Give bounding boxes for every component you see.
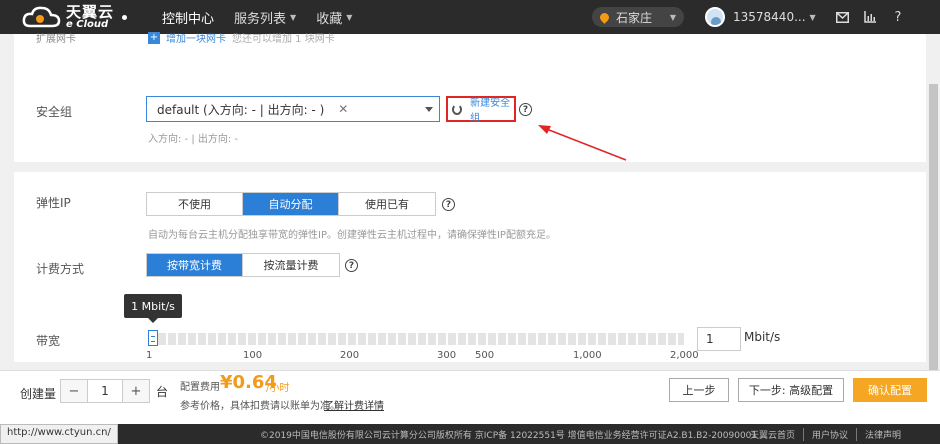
fee-note: 参考价格，具体扣费请以账单为准。	[180, 401, 340, 412]
bandwidth-tooltip: 1 Mbit/s	[124, 294, 182, 323]
network-config-card: 扩展网卡 + 增加一块网卡 您还可以增加 1 块网卡 安全组 default (…	[14, 31, 926, 162]
chevron-down-icon: ▼	[809, 12, 816, 22]
billing-options: 按带宽计费 按流量计费	[146, 253, 340, 277]
bandwidth-tick: 1,000	[573, 350, 602, 361]
security-group-hint: 入方向: - | 出方向: -	[148, 134, 239, 145]
extra-nic-label: 扩展网卡	[36, 34, 76, 45]
new-security-group-label: 新建安全组	[470, 98, 511, 124]
bandwidth-tick: 300	[437, 350, 457, 361]
billing-label: 计费方式	[36, 262, 85, 276]
chevron-down-icon: ▼	[346, 12, 353, 22]
plus-icon: +	[148, 31, 160, 44]
bandwidth-tick: 1	[146, 350, 153, 361]
user-name: 13578440...	[733, 10, 806, 24]
eip-option-existing[interactable]: 使用已有	[339, 193, 435, 215]
order-bar: 创建量 − 1 + 台 配置费用 ¥0.64 /小时 参考价格，具体扣费请以账单…	[0, 370, 940, 424]
logo[interactable]: 天翼云 e Cloud	[0, 0, 152, 34]
add-nic-tip: 您还可以增加 1 块网卡	[232, 34, 335, 45]
security-group-select[interactable]: default (入方向: - | 出方向: - ) ✕	[146, 96, 440, 122]
quantity-stepper: − 1 +	[60, 379, 150, 403]
security-group-label: 安全组	[36, 105, 73, 119]
copyright-text: ©2019中国电信股份有限公司云计算分公司版权所有 京ICP备 12022551…	[260, 430, 758, 441]
refresh-icon[interactable]	[452, 103, 463, 115]
chevron-down-icon	[425, 107, 433, 112]
cloud-logo-icon	[22, 6, 62, 28]
footer-link-legal[interactable]: 法律声明	[856, 427, 909, 441]
add-nic-button[interactable]: + 增加一块网卡 您还可以增加 1 块网卡	[148, 30, 335, 45]
fee-label: 配置费用	[180, 382, 220, 393]
nav-control-center[interactable]: 控制中心	[152, 0, 224, 34]
eip-label: 弹性IP	[36, 196, 71, 210]
nav-service-list[interactable]: 服务列表 ▼	[224, 0, 306, 34]
logo-cn-text: 天翼云	[66, 2, 115, 21]
nav-favorites-label: 收藏	[316, 11, 343, 27]
footer-link-home[interactable]: 天翼云首页	[742, 428, 803, 441]
decrement-button[interactable]: −	[61, 380, 87, 402]
bandwidth-tick: 500	[475, 350, 495, 361]
logo-en-text: e Cloud	[66, 18, 109, 30]
confirm-button[interactable]: 确认配置	[853, 378, 927, 402]
bandwidth-unit: Mbit/s	[744, 330, 781, 344]
add-nic-label: 增加一块网卡	[166, 34, 226, 45]
region-selector[interactable]: 石家庄 ▼	[592, 7, 684, 27]
eip-hint: 自动为每台云主机分配独享带宽的弹性IP。创建弹性云主机过程中，请确保弹性IP配额…	[148, 230, 556, 241]
next-step-button[interactable]: 下一步: 高级配置	[738, 378, 844, 402]
previous-step-button[interactable]: 上一步	[669, 378, 729, 402]
quantity-label: 创建量	[20, 387, 57, 401]
help-icon[interactable]: ?	[345, 259, 358, 272]
bandwidth-slider-track[interactable]	[148, 333, 684, 345]
fee-unit: /小时	[266, 383, 290, 394]
footer-link-agreement[interactable]: 用户协议	[803, 427, 856, 441]
location-pin-icon	[598, 10, 611, 24]
nav-service-list-label: 服务列表	[234, 11, 287, 27]
chevron-down-icon: ▼	[669, 12, 676, 22]
eip-options: 不使用 自动分配 使用已有	[146, 192, 436, 216]
pricing-details-link[interactable]: 了解计费详情	[324, 397, 384, 412]
security-group-selected: default (入方向: - | 出方向: - )	[157, 102, 325, 117]
bandwidth-label: 带宽	[36, 334, 61, 348]
bandwidth-input[interactable]: 1	[697, 327, 741, 351]
nav-favorites[interactable]: 收藏 ▼	[306, 0, 362, 34]
chevron-down-icon: ▼	[290, 12, 297, 22]
bandwidth-tick: 200	[340, 350, 360, 361]
increment-button[interactable]: +	[123, 380, 149, 402]
logo-dot	[122, 14, 128, 20]
annotation-arrow	[538, 125, 627, 161]
help-icon[interactable]: ?	[884, 0, 912, 34]
page-footer: ©2019中国电信股份有限公司云计算分公司版权所有 京ICP备 12022551…	[0, 424, 940, 444]
help-icon[interactable]: ?	[519, 103, 532, 116]
eip-config-card: 弹性IP 不使用 自动分配 使用已有 ? 自动为每台云主机分配独享带宽的弹性IP…	[14, 172, 926, 362]
new-security-group-button[interactable]: 新建安全组	[446, 96, 516, 124]
mail-icon[interactable]	[828, 0, 856, 34]
quantity-unit: 台	[156, 385, 169, 399]
quantity-input[interactable]: 1	[87, 380, 123, 402]
scrollbar-thumb[interactable]	[929, 84, 938, 390]
bandwidth-slider-handle[interactable]	[148, 330, 158, 346]
billing-option-bandwidth[interactable]: 按带宽计费	[147, 254, 243, 276]
user-menu[interactable]: 13578440... ▼	[705, 7, 816, 27]
eip-option-none[interactable]: 不使用	[147, 193, 243, 215]
billing-option-traffic[interactable]: 按流量计费	[243, 254, 339, 276]
bandwidth-tick: 2,000	[670, 350, 699, 361]
clear-icon[interactable]: ✕	[338, 102, 348, 116]
avatar	[705, 7, 725, 27]
region-label: 石家庄	[616, 10, 653, 25]
help-icon[interactable]: ?	[442, 198, 455, 211]
status-bar-url: http://www.ctyun.cn/	[0, 424, 118, 444]
chart-icon[interactable]	[856, 0, 884, 34]
bandwidth-tick: 100	[243, 350, 263, 361]
eip-option-auto[interactable]: 自动分配	[243, 193, 339, 215]
